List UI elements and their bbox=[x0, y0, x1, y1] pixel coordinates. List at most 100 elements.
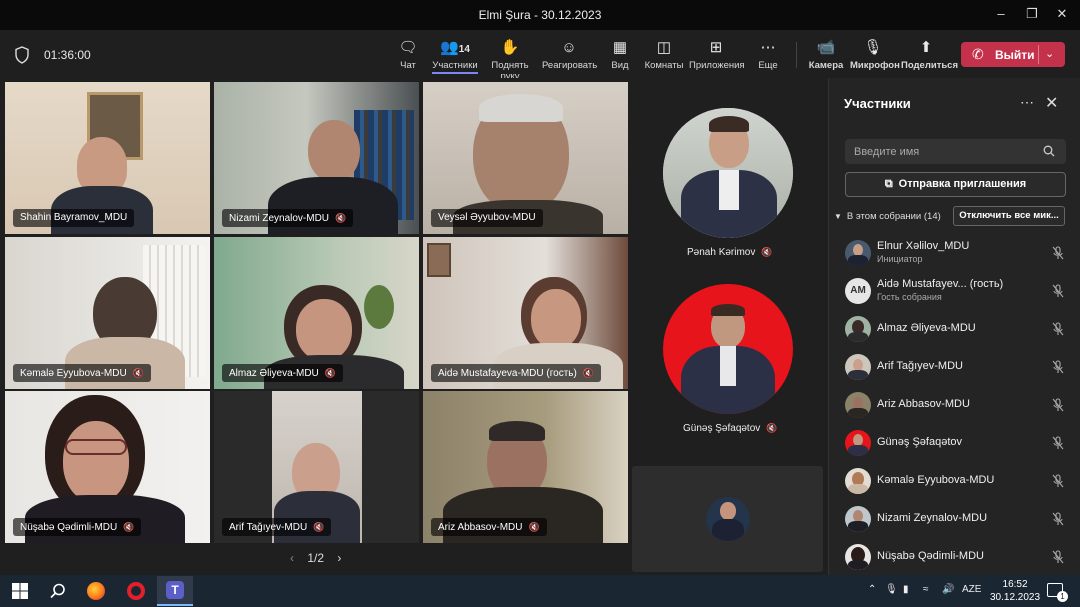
participants-panel: Участники ⋯ ✕ ⧉Отправка приглашения ▼В э… bbox=[828, 78, 1080, 575]
panel-title: Участники bbox=[844, 96, 911, 111]
participant-row[interactable]: Arif Tağıyev-MDU bbox=[845, 351, 1071, 383]
mic-off-icon bbox=[1052, 360, 1064, 374]
avatar[interactable] bbox=[663, 108, 793, 238]
mic-off-icon bbox=[1052, 284, 1064, 298]
notifications-icon[interactable]: 1 bbox=[1047, 583, 1068, 602]
react-button[interactable]: ☺ Реагировать bbox=[542, 38, 597, 74]
chevron-up-icon[interactable]: ⌃ bbox=[868, 584, 876, 595]
minimize-icon[interactable]: – bbox=[993, 6, 1009, 22]
mic-off-icon bbox=[1052, 436, 1064, 450]
toolbar-divider bbox=[796, 42, 797, 68]
wifi-icon[interactable]: ≈ bbox=[923, 584, 929, 595]
leave-button[interactable]: ✆ Выйти ⌄ bbox=[961, 42, 1065, 67]
participant-row[interactable]: Ariz Abbasov-MDU bbox=[845, 389, 1071, 421]
search-input[interactable] bbox=[845, 139, 1066, 164]
participant-row[interactable]: Nüşabə Qədimli-MDU bbox=[845, 541, 1071, 573]
share-button[interactable]: ⬆ Поделиться bbox=[901, 38, 958, 74]
participants-button[interactable]: 👥14 Участники bbox=[431, 38, 479, 74]
more-icon[interactable]: ⋯ bbox=[1020, 94, 1034, 111]
mic-off-icon bbox=[1052, 550, 1064, 564]
participant-name-tag: Arif Tağıyev-MDU 🔇 bbox=[222, 518, 332, 536]
mic-off-icon bbox=[1052, 512, 1064, 526]
participant-name-tag: Veysəl Əyyubov-MDU bbox=[431, 209, 543, 227]
video-tile[interactable]: Kəmalə Eyyubova-MDU 🔇 bbox=[5, 237, 210, 389]
avatar[interactable] bbox=[663, 284, 793, 414]
mic-off-icon: 🔇 bbox=[313, 522, 325, 532]
grid-pager: ‹ 1/2 › bbox=[290, 551, 341, 565]
raise-hand-button[interactable]: ✋ Поднять руку bbox=[481, 38, 539, 82]
rooms-icon: ◫ bbox=[656, 39, 672, 56]
video-tile[interactable]: Ariz Abbasov-MDU 🔇 bbox=[423, 391, 628, 543]
mic-off-icon bbox=[1052, 322, 1064, 336]
more-button[interactable]: ⋯ Еще bbox=[755, 38, 781, 74]
chevron-down-icon[interactable]: ⌄ bbox=[1045, 47, 1054, 60]
video-tile[interactable]: Arif Tağıyev-MDU 🔇 bbox=[214, 391, 419, 543]
plus-square-icon: ⊞ bbox=[709, 39, 723, 56]
teams-icon: T bbox=[166, 581, 184, 599]
chevron-left-icon[interactable]: ‹ bbox=[290, 551, 294, 565]
avatar: AM bbox=[845, 278, 871, 304]
participant-row[interactable]: Kəmalə Eyyubova-MDU bbox=[845, 465, 1071, 497]
rooms-button[interactable]: ◫ Комнаты bbox=[644, 38, 684, 74]
meeting-timer: 01:36:00 bbox=[44, 48, 91, 62]
video-tile[interactable]: Shahin Bayramov_MDU bbox=[5, 82, 210, 234]
participant-name-tag: Nizami Zeynalov-MDU 🔇 bbox=[222, 209, 354, 227]
participant-name-tag: Almaz Əliyeva-MDU 🔇 bbox=[222, 364, 343, 382]
participant-row[interactable]: Almaz Əliyeva-MDU bbox=[845, 313, 1071, 345]
keyboard-language[interactable]: AZE bbox=[962, 584, 981, 595]
page-indicator: 1/2 bbox=[307, 551, 325, 565]
video-tile[interactable]: Veysəl Əyyubov-MDU bbox=[423, 82, 628, 234]
chat-button[interactable]: 🗨 Чат bbox=[393, 38, 423, 74]
apps-button[interactable]: ⊞ Приложения bbox=[689, 38, 745, 74]
close-icon[interactable]: ✕ bbox=[1045, 93, 1058, 113]
teams-taskbar-slot[interactable]: T bbox=[157, 576, 193, 606]
video-tile[interactable]: Nüşabə Qədimli-MDU 🔇 bbox=[5, 391, 210, 543]
participant-name-tag: Nüşabə Qədimli-MDU 🔇 bbox=[13, 518, 142, 536]
mic-off-icon: 🔇 bbox=[132, 368, 144, 378]
participant-name-tag: Kəmalə Eyyubova-MDU 🔇 bbox=[13, 364, 151, 382]
video-tile[interactable]: Almaz Əliyeva-MDU 🔇 bbox=[214, 237, 419, 389]
participant-row[interactable]: Günəş Şəfaqətov bbox=[845, 427, 1071, 459]
volume-icon[interactable]: 🔊 bbox=[942, 584, 954, 595]
person-head bbox=[63, 421, 129, 503]
close-window-icon[interactable]: ✕ bbox=[1054, 6, 1070, 22]
mic-off-icon: 🎙 bbox=[863, 39, 883, 56]
opera-icon[interactable] bbox=[127, 582, 145, 600]
mic-off-icon: 🔇 bbox=[761, 247, 773, 257]
mic-off-icon bbox=[1052, 398, 1064, 412]
video-tile[interactable]: Nizami Zeynalov-MDU 🔇 bbox=[214, 82, 419, 234]
search-icon[interactable] bbox=[49, 582, 67, 600]
search-icon bbox=[1043, 145, 1055, 157]
maximize-icon[interactable]: ❐ bbox=[1024, 6, 1040, 22]
self-view-tile[interactable] bbox=[632, 466, 823, 572]
share-link-icon: ⧉ bbox=[884, 178, 893, 190]
person-hair bbox=[489, 421, 545, 441]
battery-icon[interactable]: ▮ bbox=[903, 584, 909, 595]
phone-hangup-icon: ✆ bbox=[972, 46, 984, 62]
microphone-icon[interactable]: 🎙 bbox=[885, 584, 898, 595]
participant-row[interactable]: Nizami Zeynalov-MDU bbox=[845, 503, 1071, 535]
avatar bbox=[845, 240, 871, 266]
invite-button[interactable]: ⧉ Отправка приглашения bbox=[845, 172, 1066, 197]
camera-button[interactable]: 📹 Камера bbox=[808, 38, 844, 74]
mic-off-icon: 🔇 bbox=[335, 213, 347, 223]
view-button[interactable]: ▦ Вид bbox=[605, 38, 635, 74]
participant-name: Günəş Şəfaqətov 🔇 bbox=[683, 423, 778, 434]
chevron-right-icon[interactable]: › bbox=[337, 551, 341, 565]
participant-row[interactable]: Elnur Xəlilov_MDU Инициатор bbox=[845, 237, 1071, 269]
mic-off-icon: 🔇 bbox=[528, 522, 540, 532]
avatar bbox=[845, 354, 871, 380]
section-header[interactable]: ▼ В этом собрании (14) bbox=[834, 211, 941, 222]
video-tile[interactable]: Aidə Mustafayeva-MDU (гость) 🔇 bbox=[423, 237, 628, 389]
mute-all-button[interactable]: Отключить все мик... bbox=[953, 206, 1065, 226]
participant-row[interactable]: AM Aidə Mustafayev... (гость) Гость собр… bbox=[845, 275, 1071, 307]
firefox-icon[interactable] bbox=[87, 582, 105, 600]
avatar bbox=[845, 316, 871, 342]
mic-off-icon: 🔇 bbox=[582, 368, 595, 378]
system-clock[interactable]: 16:52 30.12.2023 bbox=[990, 578, 1040, 604]
grid-view-icon: ▦ bbox=[612, 39, 628, 56]
title-bar: Elmi Şura - 30.12.2023 – ❐ ✕ bbox=[0, 0, 1080, 30]
share-screen-icon: ⬆ bbox=[919, 39, 933, 56]
windows-start-icon[interactable] bbox=[11, 582, 29, 600]
mic-button[interactable]: 🎙 Микрофон bbox=[850, 38, 900, 74]
